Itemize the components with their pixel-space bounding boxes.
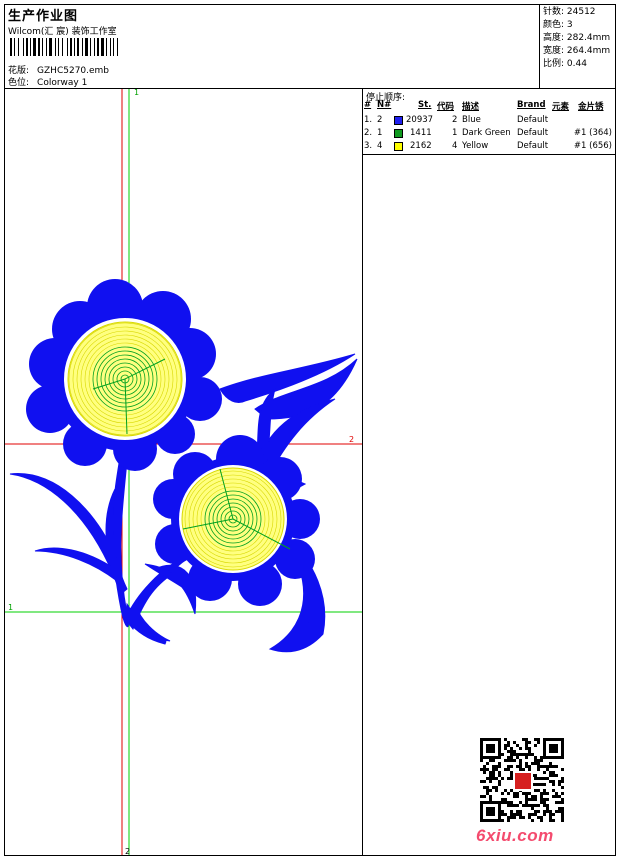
embroidery-artwork	[9, 279, 358, 653]
design-preview: 1 2 1 2	[5, 89, 362, 855]
barcode	[10, 38, 118, 56]
row-desc: Blue	[462, 115, 481, 125]
guide-label-v1: 1	[134, 89, 139, 97]
row-needle: 4	[377, 141, 383, 151]
stat-width: 宽度: 264.4mm	[543, 46, 611, 56]
color-swatch	[394, 116, 403, 125]
flower-1-center	[64, 318, 186, 440]
table-bottom-rule	[362, 154, 616, 155]
col-num: #	[364, 100, 372, 110]
row-code: 4	[452, 141, 458, 151]
color-swatch	[394, 129, 403, 138]
col-element: 元素	[552, 102, 570, 112]
row-needle: 2	[377, 115, 383, 125]
row-stitches: 20937	[406, 115, 434, 125]
stat-height: 高度: 282.4mm	[543, 33, 611, 43]
colorway-value: Colorway 1	[37, 78, 88, 88]
row-code: 2	[452, 115, 458, 125]
col-needle: N#	[377, 100, 392, 110]
table-row: 3. 4 2162 4 Yellow Default #1 (656)	[362, 141, 616, 154]
table-row: 2. 1 1411 1 Dark Green Default #1 (364)	[362, 128, 616, 141]
col-desc: 描述	[462, 102, 480, 112]
row-code: 1	[452, 128, 458, 138]
stat-colors: 颜色: 3	[543, 20, 573, 30]
row-brand: Default	[517, 115, 549, 125]
page-title: 生产作业图	[8, 9, 79, 24]
color-swatch	[394, 142, 403, 151]
row-brand: Default	[517, 128, 549, 138]
stats-box: 针数: 24512 颜色: 3 高度: 282.4mm 宽度: 264.4mm …	[539, 4, 616, 88]
panel-divider	[362, 89, 363, 856]
row-stitches: 1411	[410, 128, 432, 138]
colorway-row: 色位: Colorway 1	[8, 75, 87, 88]
row-sequin: #1 (656)	[573, 141, 612, 151]
row-num: 2.	[364, 128, 373, 138]
colorway-label: 色位:	[8, 78, 30, 88]
stat-stitches: 针数: 24512	[543, 7, 596, 17]
col-code: 代码	[437, 102, 455, 112]
stat-scale: 比例: 0.44	[543, 59, 587, 69]
row-desc: Yellow	[462, 141, 489, 151]
row-brand: Default	[517, 141, 549, 151]
guide-label-v2: 2	[125, 847, 130, 855]
row-stitches: 2162	[410, 141, 432, 151]
guide-label-h1: 1	[8, 603, 13, 612]
watermark-site: 6xiu.com	[476, 826, 554, 845]
qr-code	[480, 738, 564, 822]
row-needle: 1	[377, 128, 383, 138]
row-sequin: #1 (364)	[573, 128, 612, 138]
table-row: 1. 2 20937 2 Blue Default	[362, 115, 616, 128]
col-sequin: 金片锈	[578, 102, 604, 112]
row-num: 3.	[364, 141, 373, 151]
col-stitches: St.	[418, 100, 432, 110]
row-desc: Dark Green	[462, 128, 511, 138]
col-brand: Brand	[517, 100, 546, 110]
guide-label-h2: 2	[349, 435, 354, 444]
row-num: 1.	[364, 115, 373, 125]
company-name: Wilcom(汇 宸) 装饰工作室	[8, 27, 117, 37]
